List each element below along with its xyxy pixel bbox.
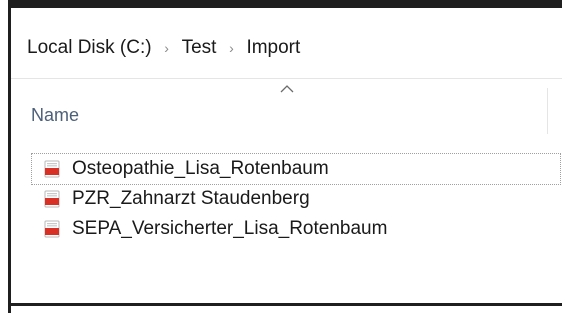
file-name: SEPA_Versicherter_Lisa_Rotenbaum — [72, 218, 388, 239]
window-frame-bottom — [8, 303, 562, 306]
pdf-file-icon — [44, 220, 60, 238]
breadcrumb-separator-icon[interactable]: › — [156, 40, 178, 56]
breadcrumb: Local Disk (C:) › Test › Import — [23, 30, 304, 66]
sort-ascending-icon — [280, 85, 294, 93]
list-item[interactable]: PZR_Zahnarzt Staudenberg — [32, 184, 560, 214]
breadcrumb-item-import[interactable]: Import — [242, 37, 304, 59]
file-name: Osteopathie_Lisa_Rotenbaum — [72, 158, 329, 179]
column-header-name[interactable]: Name — [31, 105, 79, 126]
address-bar[interactable]: Local Disk (C:) › Test › Import — [11, 16, 562, 79]
list-item[interactable]: SEPA_Versicherter_Lisa_Rotenbaum — [32, 214, 560, 244]
breadcrumb-item-test[interactable]: Test — [178, 37, 221, 59]
window-frame-top — [8, 0, 562, 8]
file-name: PZR_Zahnarzt Staudenberg — [72, 188, 310, 209]
breadcrumb-separator-icon[interactable]: › — [220, 40, 242, 56]
list-item[interactable]: Osteopathie_Lisa_Rotenbaum — [31, 153, 561, 185]
breadcrumb-item-local-disk[interactable]: Local Disk (C:) — [23, 37, 156, 59]
pdf-file-icon — [44, 160, 60, 178]
explorer-window: Local Disk (C:) › Test › Import Name Ost… — [11, 8, 562, 303]
column-header: Name — [11, 84, 562, 140]
column-divider[interactable] — [547, 88, 548, 134]
pdf-file-icon — [44, 190, 60, 208]
